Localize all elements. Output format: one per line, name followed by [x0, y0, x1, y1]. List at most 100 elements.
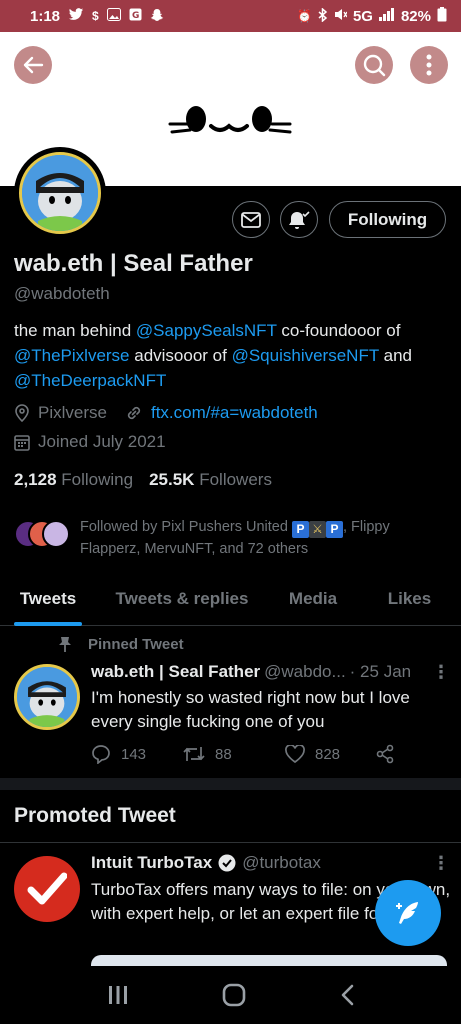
recent-apps-icon[interactable]	[107, 985, 129, 1005]
app-icon: G	[129, 8, 142, 24]
tweet-avatar[interactable]	[14, 664, 80, 730]
bell-check-icon	[289, 210, 310, 229]
compose-tweet-button[interactable]	[375, 880, 441, 946]
tweet-date[interactable]: · 25 Jan	[350, 662, 411, 682]
back-nav-icon[interactable]	[340, 984, 354, 1006]
more-vertical-icon	[426, 54, 432, 76]
retweet-count: 88	[215, 745, 232, 763]
profile-meta-row: Pixlverse ftx.com/#a=wabdoteth	[14, 403, 318, 423]
p-emoji-icon: P	[291, 521, 309, 538]
pinned-label-text: Pinned Tweet	[88, 636, 184, 653]
pin-icon	[59, 637, 71, 652]
following-count: 2,128	[14, 470, 57, 489]
promoted-handle[interactable]: @turbotax	[242, 853, 321, 873]
signal-icon	[378, 8, 395, 24]
turbotax-avatar[interactable]	[14, 856, 80, 922]
message-button[interactable]	[232, 201, 270, 238]
followed-by-avatars	[14, 516, 70, 552]
tab-media[interactable]: Media	[268, 572, 358, 625]
following-button[interactable]: Following	[329, 201, 446, 238]
like-button[interactable]: 828	[285, 745, 375, 763]
followed-by-text: Followed by Pixl Pushers United P ⚔ P, Fli…	[80, 516, 454, 560]
following-count-link[interactable]: 2,128 Following	[14, 470, 133, 490]
followed-by-prefix: Followed by Pixl Pushers United	[80, 519, 292, 535]
compose-quill-icon	[396, 902, 418, 924]
retweet-button[interactable]: 88	[183, 745, 285, 763]
section-divider	[0, 778, 461, 790]
android-nav-bar	[0, 966, 461, 1024]
followers-count: 25.5K	[149, 470, 195, 489]
back-button[interactable]	[14, 46, 52, 84]
like-count: 828	[315, 745, 341, 763]
more-options-button[interactable]	[410, 46, 448, 84]
bio-mention-sappyseals[interactable]: @SappySealsNFT	[136, 321, 277, 340]
tab-likes[interactable]: Likes	[358, 572, 461, 625]
bluetooth-icon	[318, 6, 328, 25]
heart-icon	[285, 745, 305, 763]
seal-avatar-image	[17, 667, 77, 727]
tab-tweets[interactable]: Tweets	[0, 572, 96, 626]
notifications-button[interactable]	[280, 201, 318, 238]
bio-mention-squishiverse[interactable]: @SquishiverseNFT	[232, 346, 379, 365]
tweet-more-icon[interactable]: ⋮	[432, 662, 450, 683]
mute-icon	[334, 8, 348, 24]
promoted-tweet-header: Intuit TurboTax @turbotax	[91, 853, 321, 873]
follower-avatar	[42, 520, 70, 548]
reply-button[interactable]: 143	[91, 744, 183, 764]
seal-avatar-image	[22, 155, 98, 231]
checkmark-icon	[27, 872, 67, 905]
profile-location: Pixlverse	[38, 403, 107, 422]
followers-label: Followers	[199, 470, 272, 489]
profile-bio: the man behind @SappySealsNFT co-foundoo…	[14, 318, 454, 393]
bio-mention-deerpack[interactable]: @TheDeerpackNFT	[14, 371, 166, 390]
profile-tabs: Tweets Tweets & replies Media Likes	[0, 572, 461, 626]
battery-percent: 82%	[400, 7, 431, 25]
verified-badge-icon	[218, 854, 236, 872]
followed-by-row[interactable]: Followed by Pixl Pushers United P ⚔ P, Fli…	[14, 516, 454, 560]
promoted-separator	[0, 842, 461, 843]
bio-text: co-foundooor of	[276, 321, 401, 340]
calendar-icon	[14, 434, 30, 451]
dollar-icon: $	[92, 9, 99, 23]
profile-website[interactable]: ftx.com/#a=wabdoteth	[151, 403, 318, 423]
twitter-icon	[68, 8, 84, 24]
share-icon	[376, 744, 394, 764]
profile-joined: Joined July 2021	[38, 432, 166, 451]
bio-mention-pixlverse[interactable]: @ThePixlverse	[14, 346, 130, 365]
snapchat-icon	[150, 8, 164, 25]
tweet-actions: 143 88 828	[91, 744, 395, 764]
profile-name: wab.eth | Seal Father	[14, 250, 253, 277]
reply-count: 143	[121, 745, 147, 763]
promoted-more-icon[interactable]: ⋮	[432, 853, 450, 874]
p-emoji-icon: P	[325, 521, 343, 538]
pinned-tweet-label: Pinned Tweet	[58, 636, 184, 653]
share-button[interactable]	[375, 744, 395, 764]
tweet-text: I'm honestly so wasted right now but I l…	[91, 688, 410, 731]
tweet-author[interactable]: wab.eth | Seal Father	[91, 662, 260, 682]
status-time: 1:18	[30, 7, 61, 25]
bio-text: and	[378, 346, 412, 365]
profile-handle: @wabdoteth	[14, 284, 110, 303]
tweet-header: wab.eth | Seal Father @wabdo... · 25 Jan	[91, 662, 411, 682]
reply-icon	[92, 745, 110, 764]
home-icon[interactable]	[222, 983, 246, 1007]
tweet-handle[interactable]: @wabdo...	[264, 662, 346, 682]
profile-avatar[interactable]	[14, 147, 106, 239]
following-label: Following	[61, 470, 134, 489]
back-arrow-icon	[23, 56, 44, 74]
profile-counts: 2,128 Following 25.5K Followers	[14, 470, 272, 490]
followers-count-link[interactable]: 25.5K Followers	[149, 470, 272, 490]
svg-text:G: G	[132, 11, 139, 21]
alarm-icon: ⏰	[297, 9, 312, 23]
bio-text: advisooor of	[129, 346, 232, 365]
status-bar: 1:18 $ G ⏰ 5G 82%	[0, 0, 461, 32]
search-button[interactable]	[355, 46, 393, 84]
crossed-swords-emoji-icon: ⚔	[308, 521, 326, 538]
gallery-icon	[106, 8, 121, 24]
profile-joined-row: Joined July 2021	[14, 432, 166, 452]
promoted-author[interactable]: Intuit TurboTax	[91, 853, 212, 873]
tab-tweets-replies[interactable]: Tweets & replies	[96, 572, 268, 625]
promoted-section-title: Promoted Tweet	[14, 804, 176, 827]
search-icon	[363, 54, 386, 77]
battery-icon	[437, 7, 447, 25]
